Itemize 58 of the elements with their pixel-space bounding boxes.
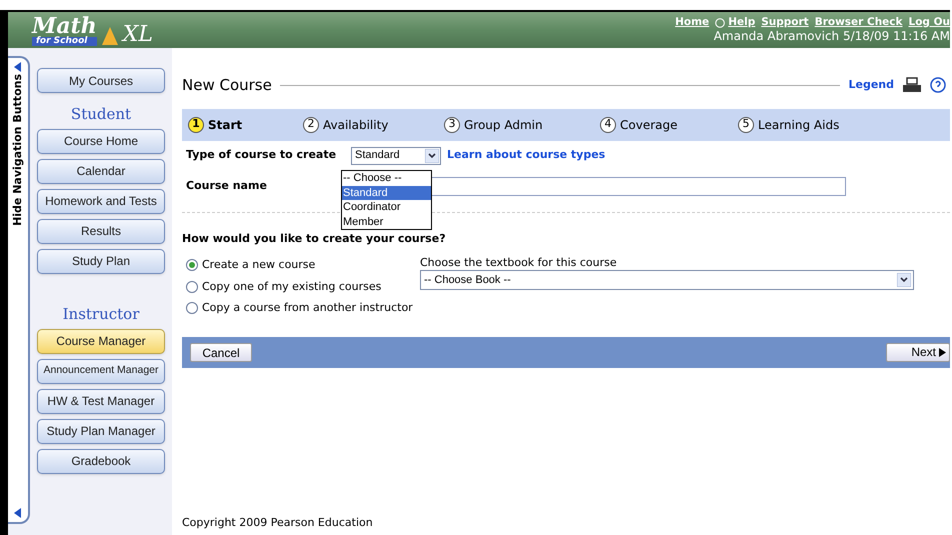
user-info: Amanda Abramovich 5/18/09 11:16 AM [714, 29, 950, 44]
logo-tagline: for School [32, 36, 97, 46]
collapse-arrow-icon [14, 508, 22, 518]
play-arrow-icon [939, 348, 946, 356]
field-label: Choose the textbook for this course [420, 257, 618, 269]
dropdown-option[interactable]: Coordinator [342, 200, 431, 214]
logo-word: XL [122, 24, 154, 46]
course-type-select[interactable]: Standard [351, 146, 441, 164]
step-tab[interactable]: 1 Start [188, 116, 303, 134]
textbook-select[interactable]: -- Choose Book -- [420, 270, 914, 290]
legend-link[interactable]: Legend [848, 77, 894, 94]
step-tab[interactable]: 3 Group Admin [444, 116, 600, 134]
radio-button[interactable] [186, 302, 198, 314]
page-title: New Course [182, 75, 272, 96]
nav-button[interactable]: Study Plan Manager [37, 418, 165, 444]
dropdown-option[interactable]: Standard [342, 186, 431, 200]
field-label: Course name [186, 178, 267, 192]
nav-button[interactable]: Gradebook [37, 448, 165, 474]
dropdown-option[interactable]: -- Choose -- [342, 171, 431, 186]
nav-button[interactable]: Study Plan [37, 248, 165, 274]
field-label: Type of course to create [186, 147, 338, 164]
nav-button[interactable]: HW & Test Manager [37, 388, 165, 414]
printer-icon[interactable] [902, 77, 922, 94]
nav-button[interactable]: Course Manager [37, 328, 165, 354]
nav-button[interactable]: Results [37, 218, 165, 244]
dropdown-arrow-icon [425, 148, 439, 162]
nav-button[interactable]: Homework and Tests [37, 188, 165, 214]
step-number: 5 [738, 116, 754, 132]
question-text: How would you like to create your course? [182, 230, 447, 246]
section-heading: Student [70, 105, 132, 124]
course-types-link[interactable]: Learn about course types [447, 147, 606, 164]
step-number: 4 [600, 116, 616, 132]
copyright-text: Copyright 2009 Pearson Education [182, 514, 374, 530]
step-tab[interactable]: 2 Availability [303, 116, 444, 134]
next-button[interactable]: Next [886, 342, 950, 362]
logo-triangle-icon [100, 26, 119, 46]
step-number: 1 [188, 116, 204, 132]
step-tab[interactable]: 5 Learning Aids [738, 116, 858, 134]
method-option[interactable]: Create a new course [186, 257, 420, 274]
dropdown-option[interactable]: Member [342, 214, 431, 229]
method-option[interactable]: Copy a course from another instructor [186, 300, 420, 316]
step-number: 2 [303, 116, 319, 132]
nav-button[interactable]: My Courses [37, 68, 165, 93]
nav-button[interactable]: Calendar [37, 158, 165, 184]
step-tab[interactable]: 4 Coverage [600, 116, 738, 134]
hide-navigation-tab[interactable]: Hide Navigation Buttons [8, 56, 30, 524]
logo-word: Math [32, 14, 97, 36]
dropdown-arrow-icon [897, 273, 911, 287]
method-option[interactable]: Copy one of my existing courses [186, 278, 420, 295]
hide-navigation-label: Hide Navigation Buttons [10, 74, 25, 226]
section-heading: Instructor [62, 304, 140, 324]
collapse-arrow-icon [14, 62, 22, 72]
radio-button[interactable] [186, 280, 198, 293]
step-number: 3 [444, 116, 460, 132]
nav-button[interactable]: Announcement Manager [37, 358, 165, 384]
cancel-button[interactable]: Cancel [190, 342, 252, 362]
radio-button[interactable] [186, 259, 198, 272]
nav-button[interactable]: Course Home [37, 128, 165, 154]
